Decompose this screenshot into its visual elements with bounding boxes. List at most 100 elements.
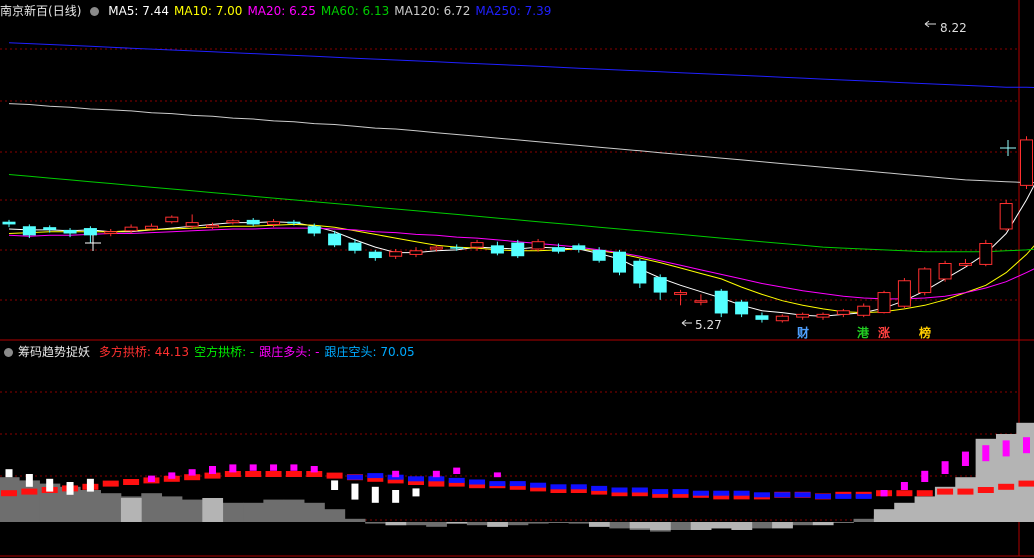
candle[interactable] — [816, 312, 830, 320]
long-follow-bar — [1023, 437, 1030, 454]
candle-body-down — [83, 228, 97, 236]
candle[interactable] — [633, 258, 647, 289]
candle[interactable] — [938, 260, 952, 282]
chip-bar-dark — [243, 502, 264, 522]
bull-arch-bar — [102, 480, 119, 487]
bear-arch-bar — [448, 477, 465, 483]
candle[interactable] — [246, 218, 260, 227]
event-marker-0[interactable]: 财 — [797, 326, 809, 340]
candle-body-down — [22, 226, 36, 236]
candle[interactable] — [674, 289, 688, 306]
candle[interactable] — [83, 226, 97, 244]
candle-body-down — [755, 315, 769, 320]
chip-bar-light — [873, 509, 895, 522]
candle-body-down — [592, 249, 606, 261]
chip-bar-light — [385, 522, 407, 526]
short-follow-bar — [86, 478, 94, 492]
candle[interactable] — [836, 308, 850, 318]
chip-bar-dark — [0, 477, 20, 522]
bear-arch-bar — [611, 487, 628, 493]
candle[interactable] — [531, 238, 545, 252]
candle[interactable] — [653, 274, 667, 300]
chip-bar-light — [772, 522, 793, 529]
candle[interactable] — [368, 249, 382, 261]
event-marker-2[interactable]: 涨 — [878, 326, 890, 340]
ma-line-ma60 — [8, 174, 1034, 253]
low-marker-arrow — [681, 319, 692, 327]
candle[interactable] — [735, 299, 749, 318]
candle[interactable] — [755, 312, 769, 323]
candle[interactable] — [897, 278, 911, 309]
chip-bar-dark — [365, 522, 386, 524]
chip-bar-dark — [527, 522, 549, 524]
candle[interactable] — [958, 258, 972, 268]
high-marker-arrow — [924, 20, 936, 28]
bull-arch-bar — [1018, 480, 1034, 487]
candle[interactable] — [490, 241, 504, 256]
bear-arch-bar — [408, 476, 424, 482]
moving-average-lines — [8, 42, 1034, 317]
candle[interactable] — [775, 314, 789, 323]
candle[interactable] — [572, 243, 586, 253]
candle[interactable] — [999, 199, 1013, 231]
candle[interactable] — [409, 247, 423, 258]
bear-arch-bar — [489, 481, 506, 487]
candle-body-down — [348, 242, 362, 251]
candle[interactable] — [613, 249, 626, 276]
candle-body-up — [897, 280, 911, 307]
candle-body-down — [368, 251, 382, 259]
candle-body-up — [104, 231, 118, 235]
short-follow-bar — [392, 490, 400, 503]
bear-arch-bar — [530, 482, 547, 488]
candle-body-up — [165, 216, 179, 223]
long-follow-bar — [249, 464, 257, 471]
long-follow-bar — [168, 472, 176, 479]
chip-bar-dark — [283, 499, 305, 522]
chip-bar-dark — [792, 522, 814, 526]
candle-body-up — [531, 241, 545, 250]
candle[interactable] — [714, 288, 728, 318]
event-marker-1[interactable]: 港 — [857, 326, 869, 340]
chip-bar-dark — [466, 522, 488, 526]
candle[interactable] — [796, 312, 810, 320]
candle[interactable] — [104, 228, 118, 237]
candle[interactable] — [165, 215, 179, 224]
candle[interactable] — [470, 239, 484, 251]
short-follow-bar — [5, 469, 13, 478]
chip-bar-dark — [100, 493, 122, 522]
candle[interactable] — [979, 239, 993, 267]
chart-frame — [0, 0, 1034, 557]
bear-arch-bar — [346, 474, 363, 480]
candle[interactable] — [226, 218, 240, 225]
bull-arch-bar — [1, 490, 17, 497]
bear-arch-bar — [855, 493, 872, 499]
short-follow-bar — [331, 480, 339, 490]
chip-bar-dark — [181, 499, 203, 522]
chip-bar-dark — [751, 522, 773, 529]
candle[interactable] — [918, 267, 932, 296]
candle-body-up — [226, 220, 240, 224]
candle-body-up — [999, 203, 1013, 230]
bull-arch-bar — [245, 471, 262, 477]
candle-body-up — [429, 246, 443, 250]
candle-body-up — [267, 221, 281, 225]
chart-canvas[interactable] — [0, 0, 1034, 558]
event-marker-3[interactable]: 榜 — [919, 326, 931, 340]
candle-body-up — [694, 300, 708, 303]
bull-arch-bar — [896, 490, 913, 497]
bear-arch-bar — [631, 487, 648, 493]
candle-body-up — [389, 251, 403, 257]
low-price-label: 5.27 — [695, 318, 722, 332]
chip-bar-dark — [548, 522, 570, 523]
chip-bar-dark — [670, 522, 692, 530]
candle[interactable] — [2, 219, 16, 228]
candle-body-down — [328, 233, 342, 246]
candle-body-up — [938, 262, 952, 280]
candle[interactable] — [877, 290, 891, 314]
candle[interactable] — [857, 303, 871, 318]
candle[interactable] — [1020, 136, 1033, 189]
candle-body-down — [511, 242, 525, 257]
chip-bar-dark — [344, 518, 366, 522]
ma-line-ma120 — [8, 103, 1034, 184]
long-follow-bar — [1002, 440, 1010, 457]
